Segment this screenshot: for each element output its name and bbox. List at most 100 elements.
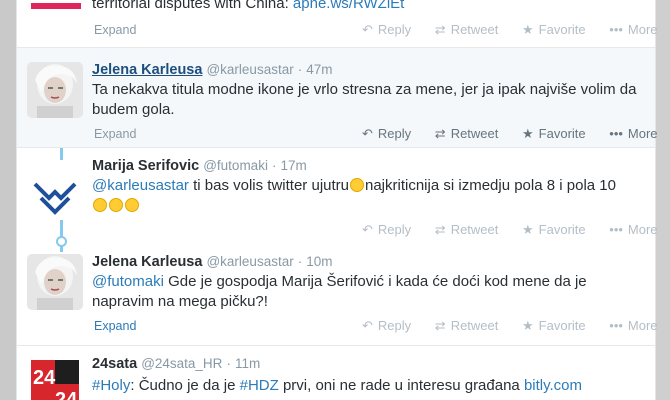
more-label: More (627, 222, 658, 237)
favorite-button[interactable]: ★ Favorite (522, 126, 586, 142)
timestamp[interactable]: 10m (306, 254, 332, 269)
author-handle[interactable]: @karleusastar (206, 254, 293, 269)
retweet-icon: ⇄ (434, 318, 446, 333)
retweet-icon: ⇄ (434, 22, 446, 37)
separator: · (297, 62, 303, 77)
avatar-partial (31, 3, 81, 9)
more-icon: ••• (609, 318, 623, 333)
reply-icon: ↶ (362, 222, 373, 237)
author-name[interactable]: Marija Serifovic (92, 158, 199, 174)
tweet-text: @karleusastar ti bas volis twitter ujutr… (92, 176, 647, 216)
star-icon: ★ (522, 22, 534, 37)
avatar[interactable] (27, 62, 83, 118)
tweet-link[interactable]: bitly.com (524, 377, 582, 394)
reply-button[interactable]: ↶ Reply (362, 126, 411, 142)
retweet-button[interactable]: ⇄ Retweet (435, 22, 499, 38)
reply-label: Reply (377, 22, 412, 37)
retweet-button[interactable]: ⇄ Retweet (435, 318, 499, 334)
more-icon: ••• (609, 126, 623, 141)
more-label: More (627, 126, 658, 141)
tweet-header: Jelena Karleusa @karleusastar · 47m (92, 62, 333, 78)
avatar[interactable] (27, 164, 83, 220)
tweet-text: territorial disputes with China: apne.ws… (92, 0, 647, 14)
reply-icon: ↶ (362, 22, 373, 37)
retweet-icon: ⇄ (434, 222, 446, 237)
favorite-label: Favorite (538, 22, 586, 37)
avatar[interactable]: 24 24 (27, 356, 83, 400)
favorite-button[interactable]: ★ Favorite (522, 22, 586, 38)
tweet-stream[interactable]: territorial disputes with China: apne.ws… (16, 0, 658, 400)
more-button[interactable]: ••• More (609, 222, 657, 237)
retweet-label: Retweet (450, 318, 499, 333)
tweet-actions: ↶ Reply ⇄ Retweet ★ Favorite ••• More (362, 126, 670, 142)
retweet-label: Retweet (450, 222, 499, 237)
tweet-actions: ↶ Reply ⇄ Retweet ★ Favorite ••• More (362, 22, 670, 38)
more-button[interactable]: ••• More (609, 22, 657, 37)
tweet[interactable]: Marija Serifovic @futomaki · 17m @karleu… (17, 148, 658, 244)
reply-label: Reply (377, 318, 412, 333)
reply-icon: ↶ (362, 126, 373, 141)
more-button[interactable]: ••• More (609, 318, 657, 333)
retweet-button[interactable]: ⇄ Retweet (435, 126, 499, 142)
author-handle[interactable]: @24sata_HR (141, 356, 222, 371)
page-background-right (656, 0, 670, 400)
reply-label: Reply (377, 126, 412, 141)
smiley-emoji-icon (125, 198, 139, 212)
hashtag-link[interactable]: #Holy (92, 377, 130, 394)
favorite-label: Favorite (538, 126, 586, 141)
tweet[interactable]: Jelena Karleusa @karleusastar · 47m Ta n… (17, 48, 658, 148)
favorite-button[interactable]: ★ Favorite (522, 222, 586, 238)
grinning-emoji-icon (350, 178, 364, 192)
retweet-label: Retweet (450, 126, 499, 141)
expand-link[interactable]: Expand (94, 127, 136, 141)
favorite-label: Favorite (538, 222, 586, 237)
expand-link[interactable]: Expand (94, 23, 136, 37)
timestamp[interactable]: 47m (306, 62, 332, 77)
author-handle[interactable]: @futomaki (203, 158, 268, 173)
reply-icon: ↶ (362, 318, 373, 333)
retweet-icon: ⇄ (434, 126, 446, 141)
author-handle[interactable]: @karleusastar (206, 62, 293, 77)
grinning-emoji-icon (109, 198, 123, 212)
retweet-button[interactable]: ⇄ Retweet (435, 222, 499, 238)
reply-button[interactable]: ↶ Reply (362, 22, 411, 38)
tweet-header: Marija Serifovic @futomaki · 17m (92, 158, 307, 174)
timestamp[interactable]: 11m (235, 356, 260, 371)
avatar-logo-text: 24 (33, 367, 56, 389)
more-icon: ••• (609, 222, 623, 237)
page-background-left (0, 0, 16, 400)
tweet-partial[interactable]: territorial disputes with China: apne.ws… (17, 0, 658, 48)
author-name[interactable]: Jelena Karleusa (92, 62, 202, 78)
more-label: More (627, 22, 658, 37)
avatar[interactable] (27, 254, 83, 310)
timestamp[interactable]: 17m (281, 158, 307, 173)
reply-button[interactable]: ↶ Reply (362, 318, 411, 334)
mention-link[interactable]: @futomaki (92, 273, 164, 290)
tears-of-joy-emoji-icon (93, 198, 107, 212)
more-button[interactable]: ••• More (609, 126, 657, 141)
author-name[interactable]: Jelena Karleusa (92, 254, 202, 270)
tweet[interactable]: Jelena Karleusa @karleusastar · 10m @fut… (17, 244, 658, 346)
star-icon: ★ (522, 222, 534, 237)
star-icon: ★ (522, 318, 534, 333)
reply-label: Reply (377, 222, 412, 237)
mention-link[interactable]: @karleusastar (92, 177, 189, 194)
reply-button[interactable]: ↶ Reply (362, 222, 411, 238)
retweet-label: Retweet (450, 22, 499, 37)
author-name[interactable]: 24sata (92, 356, 137, 372)
more-icon: ••• (609, 22, 623, 37)
tweet-actions: ↶ Reply ⇄ Retweet ★ Favorite ••• More (362, 222, 670, 238)
tweet-text: Ta nekakva titula modne ikone je vrlo st… (92, 81, 637, 118)
separator: · (297, 254, 303, 269)
separator: · (226, 356, 231, 371)
tweet[interactable]: 24 24 24sata @24sata_HR · 11m #Holy: Čud… (17, 346, 655, 400)
tweet-actions: ↶ Reply ⇄ Retweet ★ Favorite ••• More (362, 318, 670, 334)
tweet-header: Jelena Karleusa @karleusastar · 10m (92, 254, 333, 270)
avatar-logo-text: 24 (55, 389, 78, 400)
favorite-button[interactable]: ★ Favorite (522, 318, 586, 334)
tweet-link[interactable]: apne.ws/RWZiEt (293, 0, 404, 12)
expand-link[interactable]: Expand (94, 319, 136, 333)
hashtag-link[interactable]: #HDZ (240, 377, 279, 394)
separator: · (271, 158, 277, 173)
more-label: More (627, 318, 658, 333)
